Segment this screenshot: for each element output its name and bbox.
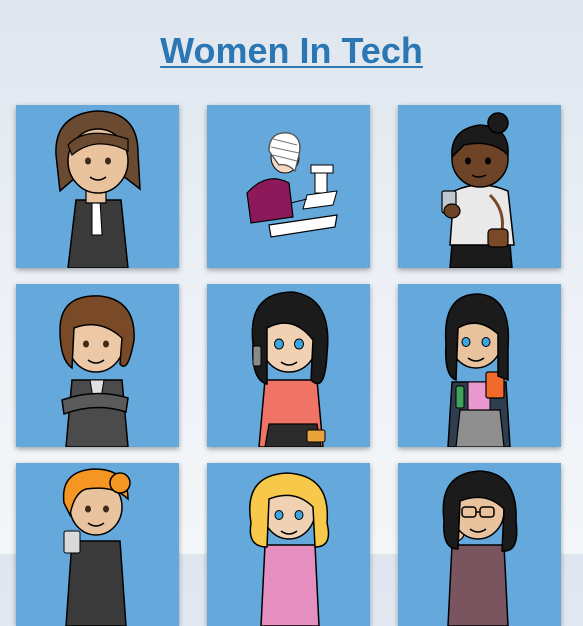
gallery-tile-2[interactable] — [207, 105, 370, 268]
woman-with-folder-icon — [444, 293, 511, 447]
gallery-tile-6[interactable] — [398, 284, 561, 447]
gallery-tile-5[interactable] — [207, 284, 370, 447]
woman-dark-suit-icon — [55, 110, 141, 268]
gallery-tile-8[interactable] — [207, 463, 370, 626]
gallery-tile-9[interactable] — [398, 463, 561, 626]
woman-with-glasses-icon — [442, 470, 518, 626]
gallery-tile-3[interactable] — [398, 105, 561, 268]
woman-blonde-hair-icon — [249, 472, 330, 626]
woman-arms-crossed-icon — [59, 295, 135, 447]
gallery-tile-4[interactable] — [16, 284, 179, 447]
gallery-tile-7[interactable] — [16, 463, 179, 626]
page-title[interactable]: Women In Tech — [0, 30, 583, 72]
woman-orange-hair-icon — [62, 468, 131, 626]
woman-with-phone-icon — [441, 112, 515, 268]
woman-on-call-icon — [251, 291, 329, 447]
woman-at-desk-sketch-icon — [246, 132, 338, 238]
gallery-tile-1[interactable] — [16, 105, 179, 268]
